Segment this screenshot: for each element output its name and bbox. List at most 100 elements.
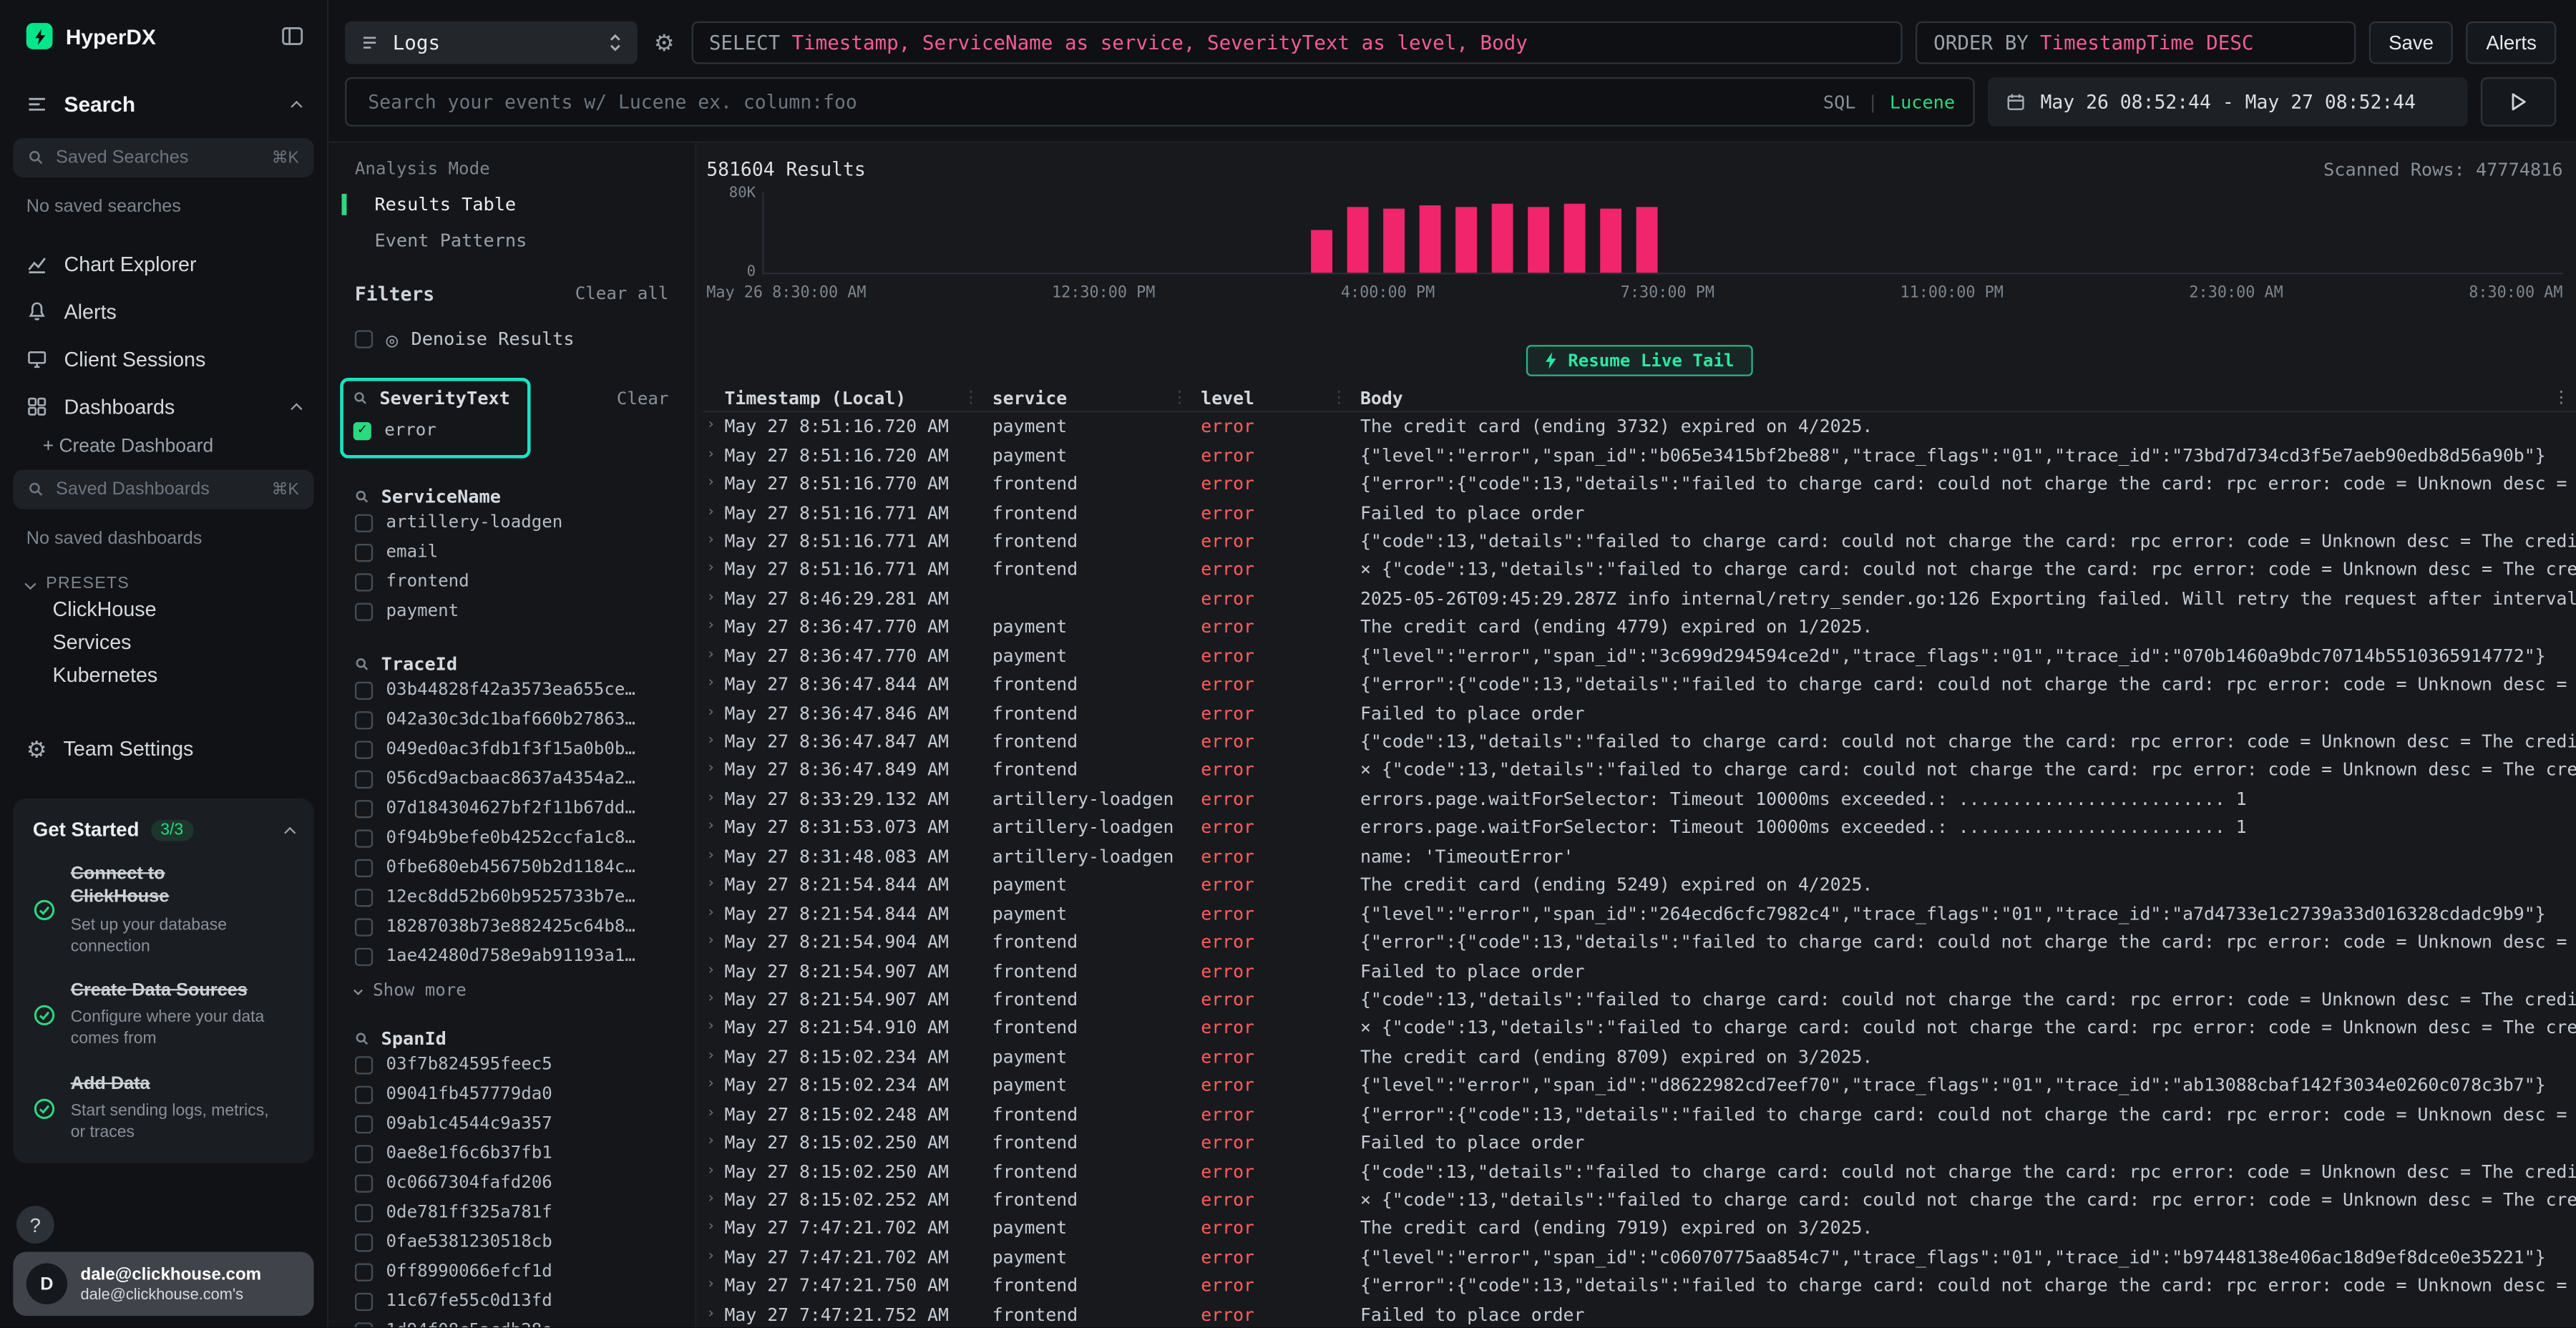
event-search-box[interactable]: SQL | Lucene bbox=[345, 77, 1975, 127]
checkbox[interactable] bbox=[355, 1322, 373, 1327]
save-button[interactable]: Save bbox=[2369, 21, 2454, 64]
row-expand-chevron[interactable] bbox=[703, 1307, 725, 1322]
row-expand-chevron[interactable] bbox=[703, 477, 725, 492]
checkbox[interactable] bbox=[355, 770, 373, 788]
clear-all-button[interactable]: Clear all bbox=[575, 284, 669, 304]
facet-item[interactable]: 0ae8e1f6c6b37fb1 bbox=[355, 1138, 669, 1168]
checkbox[interactable] bbox=[355, 543, 373, 561]
facet-item[interactable]: 12ec8dd52b60b9525733b7e… bbox=[355, 882, 669, 912]
facet-item[interactable]: 049ed0ac3fdb1f3f15a0b0b… bbox=[355, 734, 669, 763]
row-expand-chevron[interactable] bbox=[703, 1107, 725, 1122]
log-row[interactable]: May 27 8:21:54.907 AM frontend error {"c… bbox=[703, 985, 2576, 1014]
log-row[interactable]: May 27 8:15:02.234 AM payment error {"le… bbox=[703, 1071, 2576, 1100]
sidebar-item-dashboards[interactable]: Dashboards bbox=[0, 383, 327, 431]
checkbox[interactable] bbox=[355, 1233, 373, 1251]
row-expand-chevron[interactable] bbox=[703, 935, 725, 950]
row-expand-chevron[interactable] bbox=[703, 1221, 725, 1236]
log-row[interactable]: May 27 8:51:16.720 AM payment error {"le… bbox=[703, 441, 2576, 469]
log-row[interactable]: May 27 8:51:16.770 AM frontend error {"e… bbox=[703, 469, 2576, 498]
column-header-level[interactable]: level⋮ bbox=[1201, 387, 1360, 409]
row-expand-chevron[interactable] bbox=[703, 648, 725, 663]
checkbox[interactable] bbox=[355, 1204, 373, 1221]
denoise-results-toggle[interactable]: ◎ Denoise Results bbox=[355, 328, 669, 350]
log-row[interactable]: May 27 8:36:47.847 AM frontend error {"c… bbox=[703, 728, 2576, 756]
facet-item[interactable]: 03f7b824595feec5 bbox=[355, 1050, 669, 1079]
source-select[interactable]: Logs bbox=[345, 21, 638, 64]
log-row[interactable]: May 27 8:21:54.904 AM frontend error {"e… bbox=[703, 928, 2576, 957]
row-expand-chevron[interactable] bbox=[703, 791, 725, 806]
log-row[interactable]: May 27 8:21:54.844 AM payment error The … bbox=[703, 871, 2576, 899]
chevron-up-icon[interactable] bbox=[284, 826, 296, 838]
checkbox[interactable] bbox=[355, 859, 373, 877]
facet-search-icon[interactable] bbox=[355, 1032, 370, 1047]
denoise-checkbox[interactable] bbox=[355, 330, 373, 348]
row-expand-chevron[interactable] bbox=[703, 706, 725, 721]
facet-item[interactable]: 0ff8990066efcf1d bbox=[355, 1256, 669, 1286]
log-row[interactable]: May 27 7:47:21.702 AM payment error {"le… bbox=[703, 1243, 2576, 1271]
row-expand-chevron[interactable] bbox=[703, 1193, 725, 1208]
source-settings-gear-icon[interactable]: ⚙ bbox=[650, 29, 678, 57]
checkbox[interactable] bbox=[355, 1292, 373, 1310]
facet-item-error[interactable]: ✓ error bbox=[353, 416, 514, 445]
facet-item[interactable]: 09ab1c4544c9a357 bbox=[355, 1109, 669, 1138]
preset-item[interactable]: Services bbox=[0, 626, 327, 659]
row-expand-chevron[interactable] bbox=[703, 1021, 725, 1036]
get-started-item[interactable]: Add Data Start sending logs, metrics, or… bbox=[33, 1072, 294, 1143]
log-row[interactable]: May 27 8:21:54.907 AM frontend error Fai… bbox=[703, 957, 2576, 985]
row-expand-chevron[interactable] bbox=[703, 992, 725, 1007]
facet-item[interactable]: 1d94f08c5acdb28e bbox=[355, 1316, 669, 1327]
checkbox[interactable] bbox=[355, 1144, 373, 1162]
user-menu[interactable]: D dale@clickhouse.com dale@clickhouse.co… bbox=[13, 1251, 313, 1316]
log-row[interactable]: May 27 8:15:02.248 AM frontend error {"e… bbox=[703, 1100, 2576, 1128]
log-row[interactable]: May 27 8:15:02.250 AM frontend error {"c… bbox=[703, 1157, 2576, 1186]
log-row[interactable]: May 27 8:51:16.720 AM payment error The … bbox=[703, 412, 2576, 441]
facet-item[interactable]: 07d184304627bf2f11b67dd… bbox=[355, 794, 669, 823]
sidebar-item-client-sessions[interactable]: Client Sessions bbox=[0, 335, 327, 383]
checkbox[interactable] bbox=[355, 740, 373, 758]
facet-search-icon[interactable] bbox=[353, 391, 369, 406]
event-search-input[interactable] bbox=[365, 89, 1812, 115]
sidebar-item-alerts[interactable]: Alerts bbox=[0, 288, 327, 336]
show-more-button[interactable]: Show more bbox=[355, 981, 669, 1001]
checkbox[interactable] bbox=[355, 1085, 373, 1103]
facet-item[interactable]: 042a30c3dc1baf660b27863… bbox=[355, 705, 669, 734]
row-expand-chevron[interactable] bbox=[703, 419, 725, 434]
collapse-sidebar-icon[interactable] bbox=[281, 24, 304, 47]
facet-search-icon[interactable] bbox=[355, 657, 370, 672]
row-expand-chevron[interactable] bbox=[703, 1279, 725, 1294]
select-clause-input[interactable]: SELECTTimestamp, ServiceName as service,… bbox=[691, 21, 1903, 64]
run-query-button[interactable] bbox=[2481, 77, 2557, 127]
facet-item[interactable]: email bbox=[355, 537, 669, 567]
facet-item[interactable]: 0fae5381230518cb bbox=[355, 1227, 669, 1256]
log-row[interactable]: May 27 8:31:48.083 AM artillery-loadgen … bbox=[703, 842, 2576, 871]
presets-header[interactable]: PRESETS bbox=[26, 575, 301, 593]
checkbox[interactable] bbox=[355, 711, 373, 728]
checkbox[interactable] bbox=[355, 513, 373, 531]
severity-clear-button[interactable]: Clear bbox=[617, 389, 669, 409]
facet-item[interactable]: 0c0667304fafd206 bbox=[355, 1168, 669, 1197]
orderby-input[interactable]: ORDER BYTimestampTime DESC bbox=[1916, 21, 2356, 64]
checkbox[interactable] bbox=[355, 602, 373, 620]
row-expand-chevron[interactable] bbox=[703, 505, 725, 520]
mode-event-patterns[interactable]: Event Patterns bbox=[355, 230, 669, 251]
checkbox[interactable] bbox=[355, 572, 373, 590]
row-expand-chevron[interactable] bbox=[703, 591, 725, 606]
row-expand-chevron[interactable] bbox=[703, 964, 725, 979]
log-row[interactable]: May 27 8:15:02.234 AM payment error The … bbox=[703, 1043, 2576, 1071]
facet-item[interactable]: frontend bbox=[355, 567, 669, 596]
checkbox[interactable] bbox=[355, 681, 373, 699]
row-expand-chevron[interactable] bbox=[703, 448, 725, 463]
get-started-item[interactable]: Create Data Sources Configure where your… bbox=[33, 979, 294, 1050]
row-expand-chevron[interactable] bbox=[703, 763, 725, 778]
facet-item[interactable]: 18287038b73e882425c64b8… bbox=[355, 912, 669, 941]
sidebar-item-search[interactable]: Search bbox=[0, 92, 327, 117]
resume-live-tail-button[interactable]: Resume Live Tail bbox=[1527, 345, 1752, 376]
checkbox[interactable] bbox=[355, 829, 373, 846]
row-expand-chevron[interactable] bbox=[703, 734, 725, 749]
column-header-body[interactable]: Body⋮ bbox=[1360, 387, 2570, 409]
log-row[interactable]: May 27 8:36:47.849 AM frontend error × {… bbox=[703, 756, 2576, 785]
saved-dashboards-input[interactable]: Saved Dashboards ⌘K bbox=[13, 470, 313, 509]
log-row[interactable]: May 27 8:21:54.844 AM payment error {"le… bbox=[703, 899, 2576, 928]
facet-item[interactable]: 0fbe680eb456750b2d1184c… bbox=[355, 853, 669, 882]
log-row[interactable]: May 27 8:36:47.770 AM payment error {"le… bbox=[703, 642, 2576, 670]
